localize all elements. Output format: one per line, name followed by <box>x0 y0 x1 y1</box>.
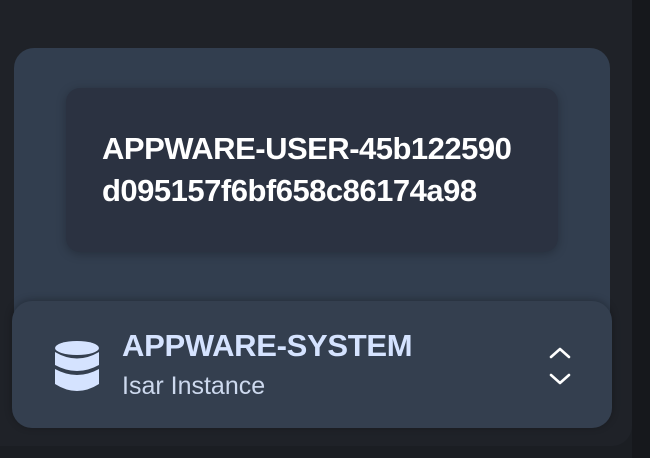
instance-name: APPWARE-SYSTEM <box>122 328 413 363</box>
user-id-line-1: APPWARE-USER-45b122590 <box>102 131 512 166</box>
unfold-more-icon[interactable] <box>548 345 572 387</box>
side-panel: APPWARE-USER-45b122590 d095157f6bf658c86… <box>0 0 632 446</box>
scrollbar[interactable] <box>632 0 650 458</box>
database-icon <box>55 341 99 391</box>
user-id-line-2: d095157f6bf658c86174a98 <box>102 173 477 208</box>
user-id-box: APPWARE-USER-45b122590 d095157f6bf658c86… <box>66 88 558 252</box>
instance-type: Isar Instance <box>122 372 266 400</box>
instance-selector[interactable]: APPWARE-SYSTEM Isar Instance <box>12 301 612 428</box>
